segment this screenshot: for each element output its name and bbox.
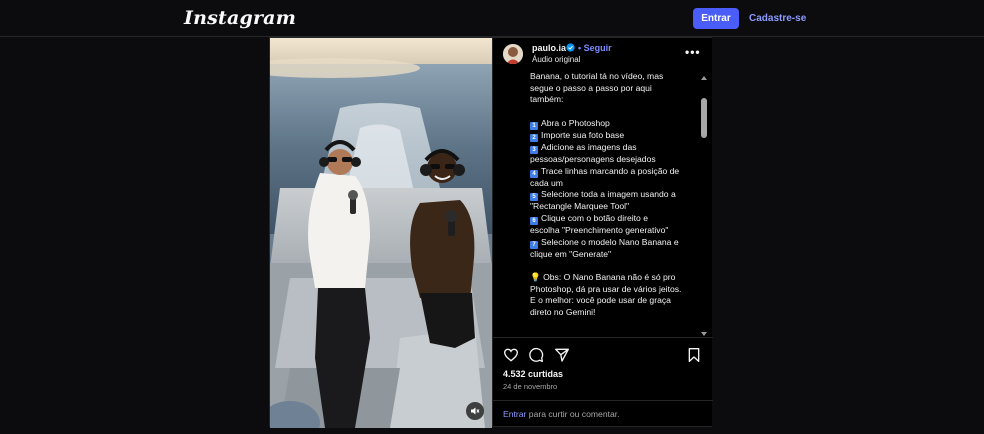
caption-scroll-area[interactable]: Banana, o tutorial tá no vídeo, mas segue… [493, 73, 713, 336]
caption-step-line: 1 Abra o Photoshop [530, 118, 702, 130]
step-number-badge: 4 [530, 169, 538, 178]
mute-toggle-button[interactable] [466, 402, 484, 420]
post-header: paulo.ia • Seguir Áudio original ••• [493, 38, 713, 70]
scrollbar-thumb[interactable] [701, 98, 707, 138]
avatar-image [503, 44, 523, 64]
caption-line: Banana, o tutorial tá no vídeo, mas [530, 73, 702, 83]
caption-step-line-text: Clique com o botão direito e [541, 212, 649, 223]
caption-step-line-text: Importe sua foto base [541, 129, 625, 140]
muted-speaker-icon [471, 407, 480, 415]
bookmark-icon[interactable] [686, 347, 702, 363]
follow-separator: • [578, 43, 582, 53]
caption-line-text: também: [530, 94, 564, 105]
login-prompt: Entrar para curtir ou comentar. [493, 400, 713, 427]
caption-line: também: [530, 94, 702, 106]
step-number-badge: 3 [530, 145, 538, 154]
caption-obs-line: E o melhor: você pode usar de graça [530, 295, 702, 307]
post-container: paulo.ia • Seguir Áudio original ••• Ban… [269, 37, 713, 428]
post-sidebar: paulo.ia • Seguir Áudio original ••• Ban… [492, 38, 713, 426]
send-icon[interactable] [554, 347, 570, 363]
caption-step-line: 7 Selecione o modelo Nano Banana e [530, 237, 702, 249]
video-frame [270, 38, 492, 428]
follow-button[interactable]: • Seguir [578, 43, 612, 53]
caption-step-line: escolha "Preenchimento generativo" [530, 225, 702, 237]
caption-step-line: cada um [530, 178, 702, 190]
caption-obs-line: direto no Gemini! [530, 307, 702, 319]
caption-step-line: "Rectangle Marquee Tool" [530, 201, 702, 213]
caption-step-line: 4 Trace linhas marcando a posição de [530, 166, 702, 178]
step-number-badge: 1 [530, 121, 538, 130]
verified-badge-icon [566, 43, 575, 52]
login-prompt-text: para curtir ou comentar. [526, 409, 620, 419]
signup-link[interactable]: Cadastre-se [749, 8, 806, 29]
login-button[interactable]: Entrar [693, 8, 739, 29]
caption-obs-line-text: Photoshop, dá pra usar de vários jeitos. [530, 283, 682, 294]
avatar[interactable] [503, 44, 523, 64]
scroll-up-arrow-icon[interactable] [701, 76, 707, 80]
caption-step-line: pessoas/personagens desejados [530, 154, 702, 166]
heart-icon[interactable] [503, 347, 519, 363]
caption-obs-line: 💡 Obs: O Nano Banana não é só pro [530, 272, 702, 284]
caption-step-line: 2 Importe sua foto base [530, 130, 702, 142]
caption-line-text: Banana, o tutorial tá no vídeo, mas [530, 73, 664, 81]
caption-step-line-text: "Rectangle Marquee Tool" [530, 201, 630, 212]
caption-step-line: 3 Adicione as imagens das [530, 142, 702, 154]
caption-obs-line-text: direto no Gemini! [530, 307, 596, 318]
caption-step-line-text: clique em "Generate" [530, 248, 612, 259]
step-number-badge: 5 [530, 193, 538, 202]
post-caption: Banana, o tutorial tá no vídeo, mas segue… [530, 73, 702, 319]
caption-obs-line-text: 💡 Obs: O Nano Banana não é só pro [530, 272, 676, 282]
post-video[interactable] [270, 38, 492, 428]
caption-step-line-text: pessoas/personagens desejados [530, 153, 656, 164]
caption-line: segue o passo a passo por aqui [530, 83, 702, 95]
more-options-icon[interactable]: ••• [685, 45, 701, 59]
scroll-down-arrow-icon[interactable] [701, 332, 707, 336]
post-actions: 4.532 curtidas 24 de novembro Entrar par… [493, 337, 713, 426]
step-number-badge: 7 [530, 240, 538, 249]
audio-label[interactable]: Áudio original [532, 55, 580, 64]
step-number-badge: 2 [530, 133, 538, 142]
caption-obs-line: Photoshop, dá pra usar de vários jeitos. [530, 284, 702, 296]
likes-count[interactable]: 4.532 curtidas [503, 369, 563, 379]
caption-step-line-text: cada um [530, 177, 563, 188]
top-navigation-bar: Instagram Entrar Cadastre-se [0, 0, 984, 37]
caption-line-text: segue o passo a passo por aqui [530, 82, 652, 93]
comment-icon[interactable] [528, 347, 544, 363]
caption-step-line-text: escolha "Preenchimento generativo" [530, 224, 669, 235]
caption-step-line-text: Selecione o modelo Nano Banana e [541, 236, 679, 247]
caption-step-line: clique em "Generate" [530, 249, 702, 261]
caption-step-line: 5 Selecione toda a imagem usando a [530, 189, 702, 202]
post-date: 24 de novembro [503, 382, 558, 391]
instagram-logo[interactable]: Instagram [184, 7, 296, 29]
follow-label: Seguir [583, 43, 612, 53]
caption-step-line-text: Trace linhas marcando a posição de [541, 165, 680, 176]
caption-step-line-text: Adicione as imagens das [541, 141, 637, 152]
caption-step-line-text: Selecione toda a imagem usando a [541, 189, 676, 200]
step-number-badge: 6 [530, 216, 538, 225]
caption-scrollbar[interactable] [700, 74, 709, 338]
username[interactable]: paulo.ia [532, 43, 566, 53]
caption-step-line-text: Abra o Photoshop [541, 117, 610, 128]
caption-obs-line-text: E o melhor: você pode usar de graça [530, 295, 671, 306]
caption-step-line: 6 Clique com o botão direito e [530, 213, 702, 225]
login-link[interactable]: Entrar [503, 409, 526, 419]
